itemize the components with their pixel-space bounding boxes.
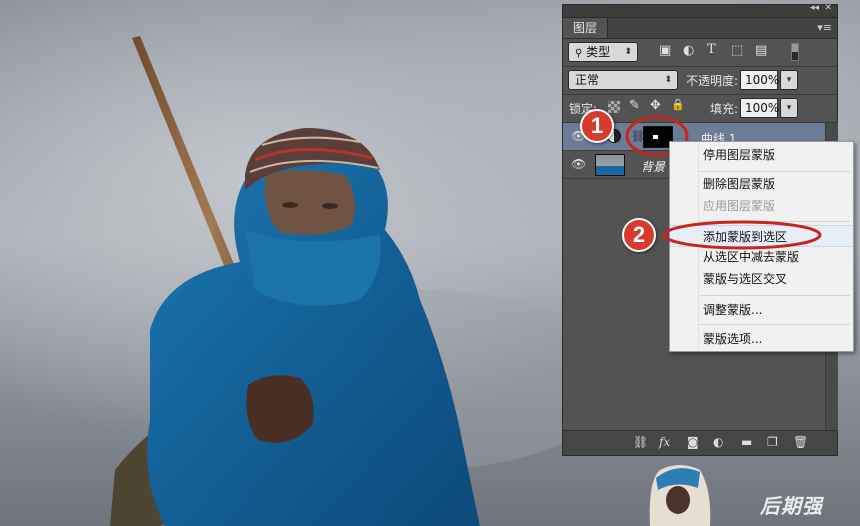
close-icon[interactable]: ✕ — [824, 3, 832, 13]
menu-item-highlight-ellipse — [662, 220, 822, 250]
image-filter-icon[interactable]: ▣ — [659, 43, 671, 58]
step-2-badge: 2 — [622, 218, 656, 252]
adjustment-filter-icon[interactable]: ◐ — [683, 43, 694, 58]
blend-mode-label: 正常 — [575, 73, 600, 87]
search-icon: ⚲ — [575, 48, 583, 59]
chevron-updown-icon: ⬍ — [624, 47, 632, 57]
panel-titlebar: ◂◂ ✕ — [563, 3, 837, 18]
opacity-dropdown-button[interactable]: ▾ — [780, 70, 798, 90]
menu-separator — [700, 295, 850, 296]
menu-item-intersect-mask-with-selection[interactable]: 蒙版与选区交叉 — [670, 268, 853, 290]
eye-icon[interactable]: 👁 — [571, 157, 586, 171]
filter-kind-label: 类型 — [586, 45, 611, 59]
layer-name[interactable]: 背景 — [641, 158, 665, 175]
folder-icon[interactable]: ▬ — [741, 435, 752, 449]
type-filter-icon[interactable]: T — [707, 42, 716, 57]
chevron-updown-icon: ⬍ — [664, 75, 672, 85]
collapse-icon[interactable]: ◂◂ — [810, 3, 819, 13]
filter-kind-dropdown[interactable]: ⚲ 类型 ⬍ — [568, 42, 638, 62]
menu-item-refine-mask[interactable]: 调整蒙版... — [670, 299, 853, 321]
menu-item-apply-mask[interactable]: 应用图层蒙版 — [670, 195, 853, 217]
menu-item-delete-mask[interactable]: 删除图层蒙版 — [670, 173, 853, 195]
lock-move-icon[interactable]: ✥ — [650, 98, 661, 113]
layer-thumbnail[interactable] — [595, 154, 625, 176]
filter-toggle[interactable] — [791, 43, 799, 61]
blend-mode-dropdown[interactable]: 正常 ⬍ — [568, 70, 678, 90]
fill-dropdown-button[interactable]: ▾ — [780, 98, 798, 118]
trash-icon[interactable]: 🗑 — [793, 435, 808, 449]
lock-all-icon[interactable]: 🔒 — [671, 98, 685, 111]
adjustment-icon[interactable]: ◐ — [713, 435, 723, 449]
new-layer-icon[interactable]: ❐ — [767, 435, 778, 449]
menu-item-disable-mask[interactable]: 停用图层蒙版 — [670, 144, 853, 166]
step-1-badge: 1 — [580, 109, 614, 143]
fx-icon[interactable]: fx — [659, 435, 670, 449]
menu-separator — [700, 324, 850, 325]
menu-separator — [700, 171, 850, 172]
tab-layers[interactable]: 图层 — [563, 18, 608, 38]
mask-icon[interactable]: ◙ — [687, 435, 699, 449]
panel-menu-icon[interactable]: ▾≡ — [817, 21, 832, 34]
opacity-input[interactable]: 100% — [740, 70, 779, 90]
fill-input[interactable]: 100% — [740, 98, 779, 118]
lock-paint-icon[interactable]: ✎ — [629, 98, 640, 113]
smart-object-filter-icon[interactable]: ▤ — [755, 43, 767, 58]
fill-label: 填充: — [710, 102, 739, 116]
panel-bottom-toolbar: ⛓ fx ◙ ◐ ▬ ❐ 🗑 — [563, 430, 837, 455]
shape-filter-icon[interactable]: ⬚ — [731, 43, 743, 58]
link-icon[interactable]: ⛓ — [633, 435, 648, 449]
menu-item-mask-options[interactable]: 蒙版选项... — [670, 328, 853, 350]
lock-transparent-icon[interactable] — [608, 101, 620, 113]
watermark: 后期强 — [760, 494, 823, 518]
opacity-label: 不透明度: — [686, 74, 739, 88]
panel-tab-row: 图层 ▾≡ — [563, 18, 837, 39]
